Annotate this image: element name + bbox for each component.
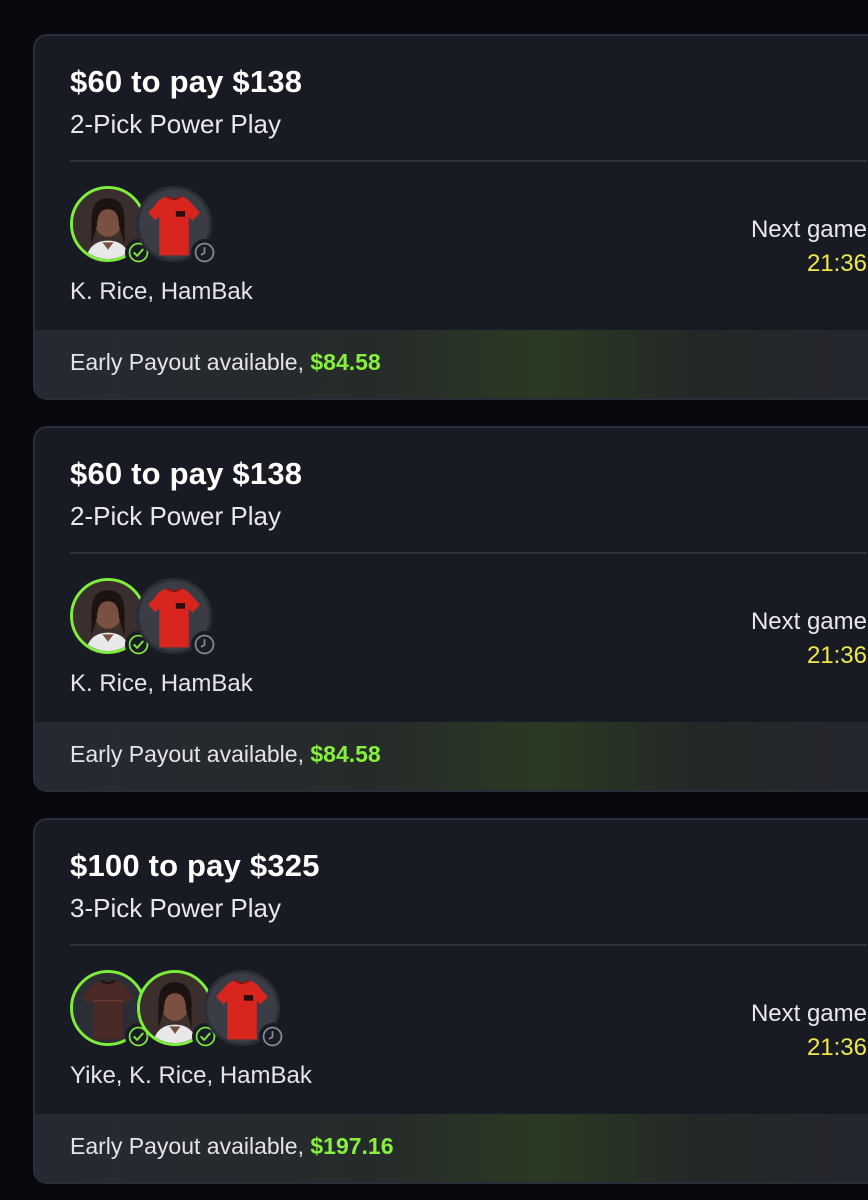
early-payout-amount: $197.16 xyxy=(310,1133,394,1159)
early-payout-text: Early Payout available, $197.16 xyxy=(70,1133,394,1160)
next-game-time: 21:36 xyxy=(806,250,867,277)
entry-title: $60 to pay $138 xyxy=(70,456,303,491)
player-photo-icon xyxy=(70,186,152,266)
dark-jersey-icon xyxy=(70,970,152,1050)
early-payout-bar[interactable]: Early Payout available, $84.58 xyxy=(35,722,868,790)
next-game-label: Next game xyxy=(750,608,867,635)
entry-title: $100 to pay $325 xyxy=(70,848,320,883)
entry-card[interactable]: $60 to pay $138 2-Pick Power Play K. Ric… xyxy=(33,426,868,792)
entry-card[interactable]: $60 to pay $138 2-Pick Power Play K. Ric… xyxy=(33,34,868,400)
entry-type: 3-Pick Power Play xyxy=(70,893,281,923)
early-payout-amount: $84.58 xyxy=(310,741,381,767)
early-payout-amount: $84.58 xyxy=(310,349,381,375)
entry-title: $60 to pay $138 xyxy=(70,64,303,99)
early-payout-text: Early Payout available, $84.58 xyxy=(70,349,381,376)
red-jersey-icon xyxy=(204,970,286,1050)
next-game-label: Next game xyxy=(750,1000,867,1027)
clock-icon xyxy=(191,631,218,658)
next-game-time: 21:36 xyxy=(806,1034,867,1061)
early-payout-bar[interactable]: Early Payout available, $84.58 xyxy=(35,330,868,398)
early-payout-label: Early Payout available, xyxy=(70,741,311,767)
divider xyxy=(70,552,867,554)
red-jersey-icon xyxy=(136,186,218,266)
divider xyxy=(70,160,867,162)
entry-card[interactable]: $100 to pay $325 3-Pick Power Play Yike,… xyxy=(33,818,868,1184)
red-jersey-icon xyxy=(136,578,218,658)
early-payout-label: Early Payout available, xyxy=(70,1133,311,1159)
clock-icon xyxy=(259,1023,286,1050)
pick-names: K. Rice, HamBak xyxy=(70,670,253,697)
early-payout-text: Early Payout available, $84.58 xyxy=(70,741,381,768)
pick-names: Yike, K. Rice, HamBak xyxy=(70,1062,312,1089)
pick-names: K. Rice, HamBak xyxy=(70,278,253,305)
entries-list: $60 to pay $138 2-Pick Power Play K. Ric… xyxy=(0,0,868,1200)
divider xyxy=(70,944,867,946)
entry-type: 2-Pick Power Play xyxy=(70,109,281,139)
entry-type: 2-Pick Power Play xyxy=(70,501,281,531)
player-photo-icon xyxy=(137,970,219,1050)
next-game-time: 21:36 xyxy=(806,642,867,669)
next-game-label: Next game xyxy=(750,216,867,243)
early-payout-bar[interactable]: Early Payout available, $197.16 xyxy=(35,1114,868,1182)
early-payout-label: Early Payout available, xyxy=(70,349,311,375)
clock-icon xyxy=(191,239,218,266)
player-photo-icon xyxy=(70,578,152,658)
